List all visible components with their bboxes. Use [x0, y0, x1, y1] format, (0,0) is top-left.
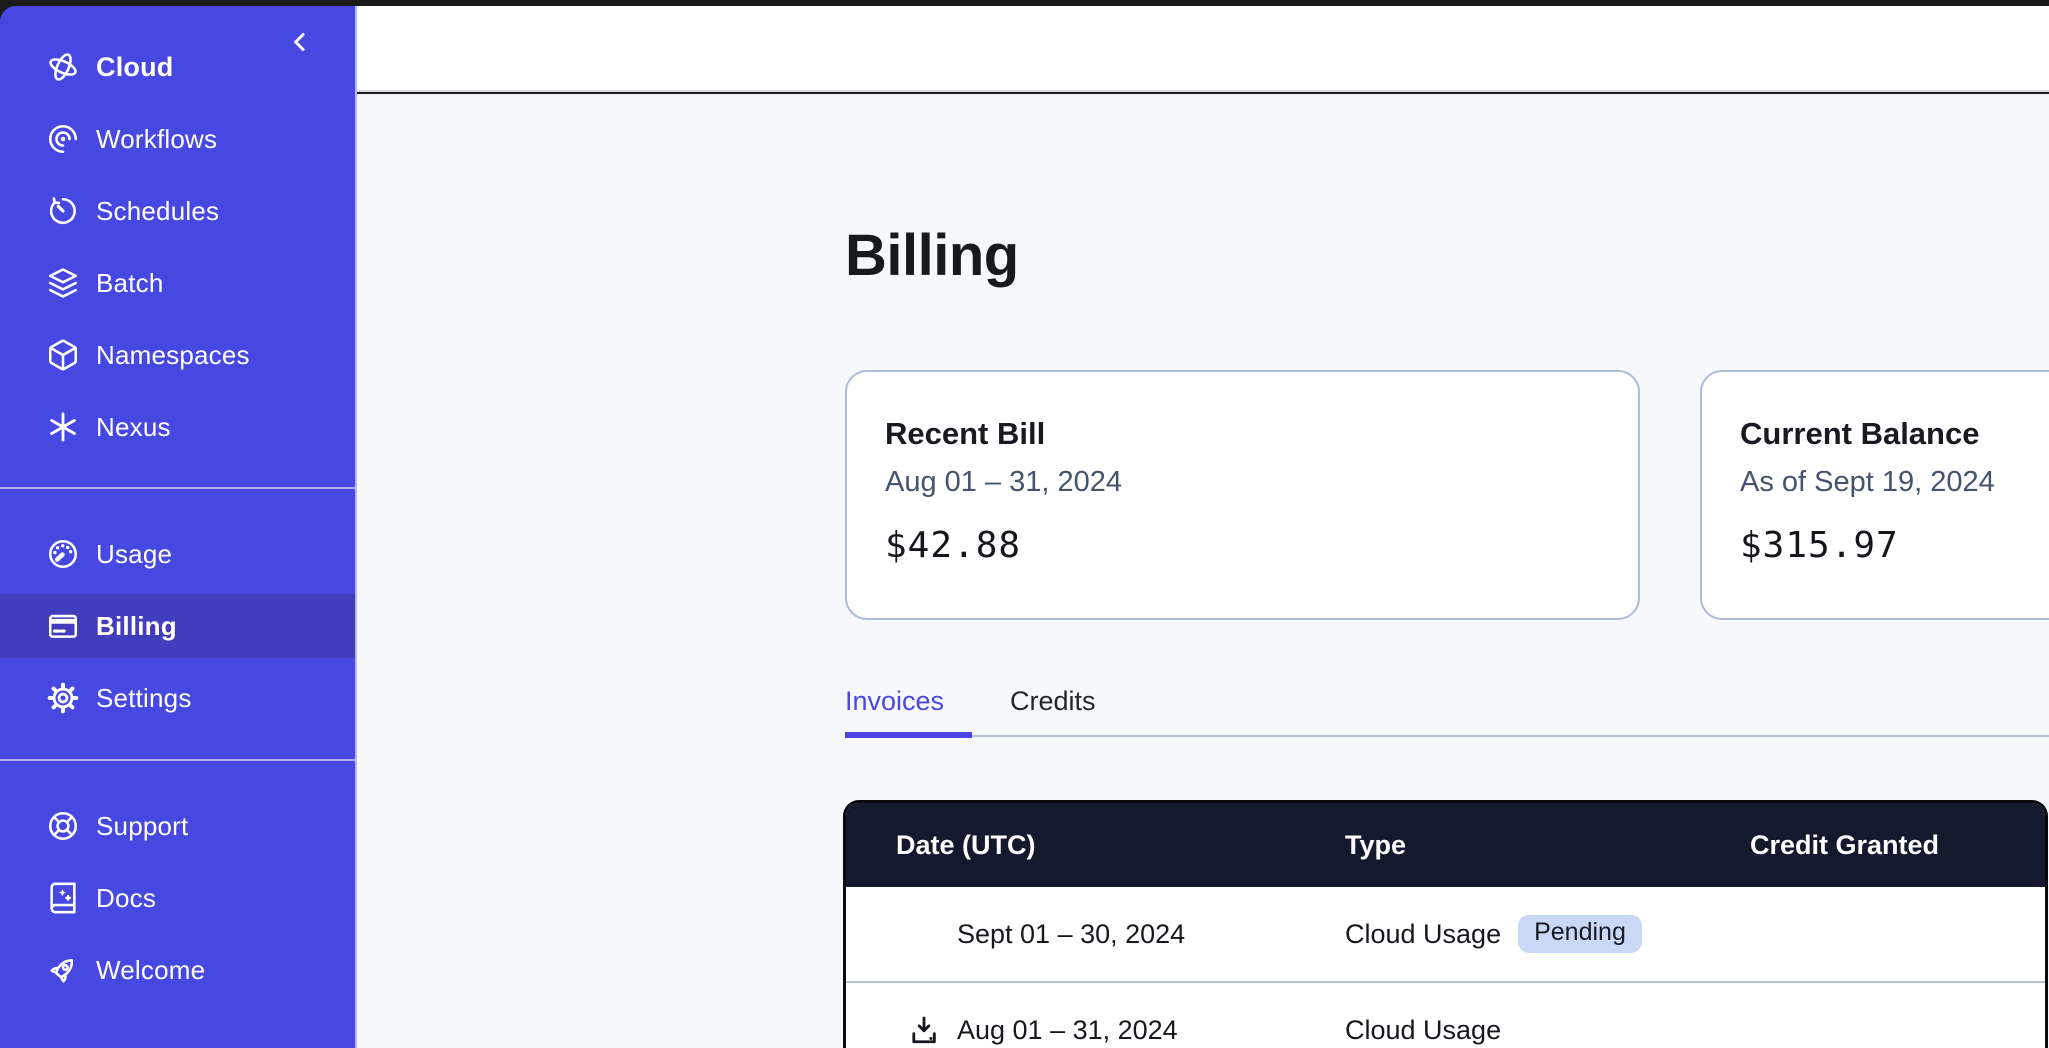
invoice-row: Aug 01 – 31, 2024 Cloud Usage: [846, 983, 2045, 1048]
column-header-type: Type: [1345, 830, 1750, 861]
card-period: Aug 01 – 31, 2024: [885, 466, 1598, 499]
card-amount: $42.88: [885, 525, 1598, 566]
schedules-icon: [46, 194, 80, 228]
sidebar-item-namespaces[interactable]: Namespaces: [0, 319, 355, 391]
sidebar-collapse-button[interactable]: [278, 20, 322, 64]
invoice-date-cell: Aug 01 – 31, 2024: [846, 1013, 1345, 1047]
column-header-credit-granted: Credit Granted: [1750, 830, 2045, 861]
tabs-underline: [845, 735, 2049, 737]
sidebar-divider: [0, 759, 355, 761]
sidebar-item-batch[interactable]: Batch: [0, 247, 355, 319]
billing-card-icon: [46, 609, 80, 643]
sidebar-item-schedules[interactable]: Schedules: [0, 175, 355, 247]
sidebar-divider: [0, 487, 355, 489]
sidebar-item-welcome[interactable]: Welcome: [0, 934, 355, 1006]
sidebar-item-support[interactable]: Support: [0, 790, 355, 862]
invoice-date: Sept 01 – 30, 2024: [957, 919, 1185, 950]
invoices-table-header: Date (UTC) Type Credit Granted: [846, 803, 2045, 887]
sidebar-item-docs[interactable]: Docs: [0, 862, 355, 934]
invoice-type: Cloud Usage: [1345, 919, 1501, 950]
card-amount: $315.97: [1740, 525, 2049, 566]
billing-tabs: Invoices Credits: [845, 686, 2049, 740]
column-header-date: Date (UTC): [846, 830, 1345, 861]
sidebar-brand-label: Cloud: [96, 52, 173, 83]
current-balance-card: Current Balance As of Sept 19, 2024 $315…: [1700, 370, 2049, 620]
status-badge: Pending: [1518, 915, 1642, 953]
download-slot: [907, 1013, 957, 1047]
support-lifebuoy-icon: [46, 809, 80, 843]
top-bar: [355, 6, 2049, 92]
sidebar-item-settings[interactable]: Settings: [0, 662, 355, 734]
usage-gauge-icon: [46, 537, 80, 571]
card-title: Current Balance: [1740, 416, 2049, 452]
tab-invoices[interactable]: Invoices: [845, 686, 944, 717]
card-title: Recent Bill: [885, 416, 1598, 452]
docs-book-icon: [46, 881, 80, 915]
invoice-row: Sept 01 – 30, 2024 Cloud Usage Pending: [846, 887, 2045, 981]
active-tab-indicator: [845, 732, 972, 738]
card-period: As of Sept 19, 2024: [1740, 466, 2049, 499]
sidebar-item-usage[interactable]: Usage: [0, 518, 355, 590]
nexus-asterisk-icon: [46, 410, 80, 444]
chevron-left-icon: [285, 27, 315, 57]
sidebar-item-workflows[interactable]: Workflows: [0, 103, 355, 175]
invoice-type-cell: Cloud Usage Pending: [1345, 915, 1750, 953]
settings-gear-icon: [46, 681, 80, 715]
namespaces-cube-icon: [46, 338, 80, 372]
sidebar: Cloud Workflows Schedules: [0, 6, 357, 1048]
welcome-rocket-icon: [46, 953, 80, 987]
billing-page: Cloud Workflows Schedules: [0, 0, 2049, 1048]
invoice-date-cell: Sept 01 – 30, 2024: [846, 919, 1345, 950]
invoice-date: Aug 01 – 31, 2024: [957, 1015, 1178, 1046]
invoice-type: Cloud Usage: [1345, 1015, 1501, 1046]
batch-layers-icon: [46, 266, 80, 300]
sidebar-item-billing[interactable]: Billing: [0, 590, 355, 662]
download-invoice-icon[interactable]: [907, 1013, 941, 1047]
workflows-icon: [46, 122, 80, 156]
invoices-table: Date (UTC) Type Credit Granted Sept 01 –…: [843, 800, 2048, 1048]
invoice-type-cell: Cloud Usage: [1345, 1015, 1750, 1046]
sidebar-item-nexus[interactable]: Nexus: [0, 391, 355, 463]
page-title: Billing: [845, 222, 1019, 289]
cloud-logo-icon: [46, 50, 80, 84]
tab-credits[interactable]: Credits: [1010, 686, 1096, 717]
recent-bill-card: Recent Bill Aug 01 – 31, 2024 $42.88: [845, 370, 1640, 620]
